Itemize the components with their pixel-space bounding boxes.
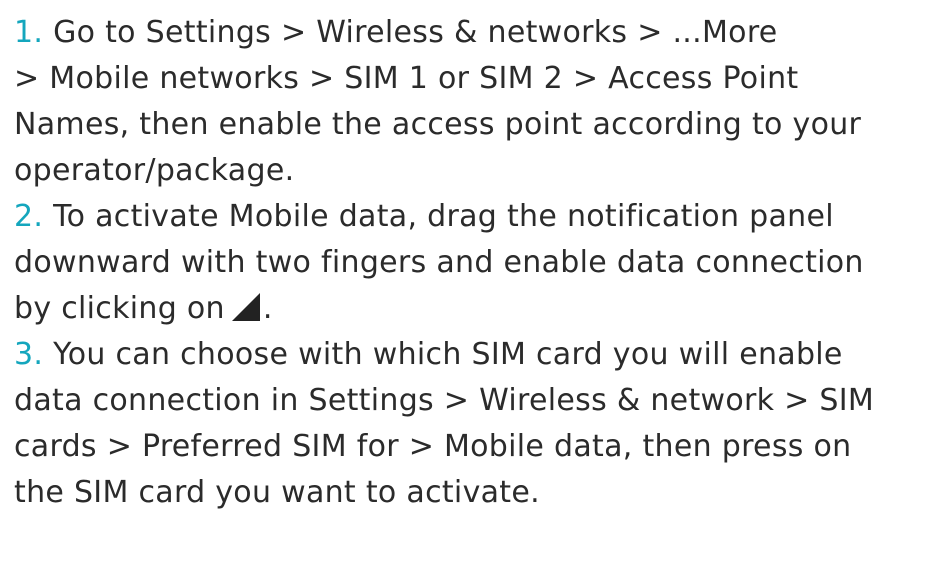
step-1-text-1: Go to Settings > Wireless & networks > .… bbox=[43, 15, 778, 50]
step-2-text-3: by clicking on bbox=[14, 291, 225, 326]
step-2: 2. To activate Mobile data, drag the not… bbox=[14, 194, 947, 332]
step-1-line-1: 1. Go to Settings > Wireless & networks … bbox=[14, 10, 947, 56]
step-1-number: 1. bbox=[14, 15, 44, 50]
step-3-line-2: data connection in Settings > Wireless &… bbox=[14, 383, 875, 418]
step-1-line-4: operator/package. bbox=[14, 153, 295, 188]
step-1-line-3: Names, then enable the access point acco… bbox=[14, 107, 862, 142]
step-2-text-1: To activate Mobile data, drag the notifi… bbox=[43, 199, 834, 234]
signal-triangle-icon bbox=[231, 292, 261, 322]
step-3-text-1: You can choose with which SIM card you w… bbox=[43, 337, 843, 372]
step-3-line-3: cards > Preferred SIM for > Mobile data,… bbox=[14, 429, 852, 464]
step-3-line-4: the SIM card you want to activate. bbox=[14, 475, 540, 510]
instructions-page: 1. Go to Settings > Wireless & networks … bbox=[0, 0, 951, 573]
step-2-line-2: downward with two fingers and enable dat… bbox=[14, 245, 864, 280]
step-3-number: 3. bbox=[14, 337, 44, 372]
step-3: 3. You can choose with which SIM card yo… bbox=[14, 332, 947, 516]
step-2-text-4: . bbox=[262, 291, 273, 326]
step-1: 1. Go to Settings > Wireless & networks … bbox=[14, 10, 947, 194]
step-2-line-3: by clicking on. bbox=[14, 286, 947, 332]
step-2-line-1: 2. To activate Mobile data, drag the not… bbox=[14, 194, 947, 240]
step-3-line-1: 3. You can choose with which SIM card yo… bbox=[14, 332, 947, 378]
step-1-line-2: > Mobile networks > SIM 1 or SIM 2 > Acc… bbox=[14, 61, 799, 96]
step-2-number: 2. bbox=[14, 199, 44, 234]
